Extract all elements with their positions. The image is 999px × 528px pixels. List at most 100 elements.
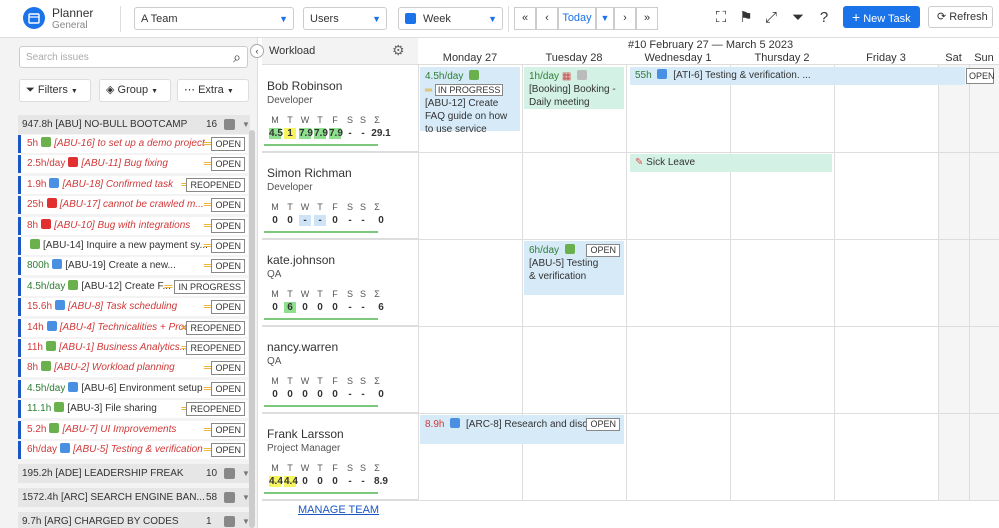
workload-value: 4.5 [269, 128, 283, 139]
capacity-bar [264, 405, 378, 407]
workload-value: 0 [332, 389, 338, 400]
event-card[interactable]: 4.5h/day ═ IN PROGRESS [ABU-12] Create F… [420, 67, 520, 135]
grid-line [626, 65, 627, 500]
filter-icon[interactable]: ⏷ [788, 8, 808, 28]
issue-row[interactable]: 5.2h [ABU-7] UI Improvements ═ OPEN [18, 420, 248, 439]
workload-value: 0 [272, 302, 278, 313]
help-icon[interactable]: ? [814, 8, 834, 28]
event-card[interactable]: ✎ Sick Leave [630, 154, 832, 172]
issue-row[interactable]: 8h [ABU-10] Bug with integrations ═ OPEN [18, 216, 248, 235]
group-button[interactable]: ◈ Group ▼ [99, 79, 171, 102]
group-header[interactable]: 195.2h [ADE] LEADERSHIP FREAK 10 ▼ [18, 464, 250, 483]
workload-value: 4.4 [269, 476, 283, 487]
manage-team-link[interactable]: MANAGE TEAM [298, 504, 379, 516]
group-header[interactable]: 947.8h [ABU] NO-BULL BOOTCAMP 16 ▼ [18, 115, 250, 134]
group-header[interactable]: 9.7h [ARG] CHARGED BY CODES 1 ▼ [18, 512, 250, 528]
gear-icon[interactable]: ⚙ [392, 42, 405, 59]
first-page-button[interactable]: « [514, 7, 536, 30]
event-card[interactable]: 55h [ATI-6] Testing & verification. ... [630, 67, 965, 85]
issue-row[interactable]: 1.9h [ABU-18] Confirmed task ═ REOPENED [18, 175, 248, 194]
issue-title: [ABU-18] Confirmed task [62, 178, 174, 190]
grid-line [262, 152, 999, 153]
issue-row[interactable]: 14h [ABU-4] Technicalities + Prod... ═ REOP… [18, 318, 248, 337]
event-card[interactable]: 8.9h [ARC-8] Research and discovery OPEN [420, 415, 624, 444]
issue-row[interactable]: 5h [ABU-16] to set up a demo project ═ OPEN [18, 135, 248, 153]
workload-person[interactable]: Frank Larsson Project Manager M T W T F S S Σ 4.4 4… [262, 413, 418, 500]
issue-row[interactable]: 6h/day [ABU-5] Testing & verification ═ OPE… [18, 441, 248, 459]
workload-value: 0 [378, 389, 384, 400]
issue-row[interactable]: 25h [ABU-17] cannot be crawled m... ═ OPEN [18, 196, 248, 215]
issue-row[interactable]: 11.1h [ABU-3] File sharing ═ REOPENED [18, 400, 248, 419]
fit-screen-icon[interactable]: ⛶ [711, 8, 731, 28]
workload-person[interactable]: kate.johnson QA M T W T F S S Σ 0 6 0 0 0- -6 [262, 239, 418, 326]
layers-icon: ◈ [106, 84, 115, 96]
team-select[interactable]: A Team ▼ [134, 7, 294, 30]
checkbox-icon[interactable] [224, 492, 235, 503]
story-icon [49, 422, 60, 433]
refresh-button[interactable]: ⟳ Refresh [928, 6, 993, 28]
event-title: Sick Leave [646, 157, 696, 168]
group-label: Group [117, 84, 149, 96]
collapse-sidebar-button[interactable]: ‹ [250, 44, 264, 58]
previous-button[interactable]: ‹ [536, 7, 558, 30]
workload-person[interactable]: Simon Richman Developer M T W T F S S Σ 0 0- -0- -0 [262, 152, 418, 239]
issue-row[interactable]: [ABU-14] Inquire a new payment sy... ═ OPE… [18, 237, 248, 255]
group-hours: 947.8h [22, 119, 53, 130]
workload-value: 0 [378, 215, 384, 226]
workload-value: 4.4 [284, 476, 298, 487]
checkbox-icon[interactable] [224, 468, 235, 479]
workload-value: 0 [317, 476, 323, 487]
sidebar-scrollbar[interactable] [249, 130, 255, 528]
workload-person[interactable]: Bob Robinson Developer M T W T F S S Σ 4.5 1 7.9 7.9 7… [262, 65, 418, 152]
next-button[interactable]: › [614, 7, 636, 30]
person-name: Bob Robinson [267, 79, 343, 93]
issue-status: IN PROGRESS [174, 279, 245, 294]
day-letter: F [332, 463, 338, 473]
event-status: IN PROGRESS [434, 84, 504, 96]
group-count: 16 [206, 119, 218, 130]
issue-title: [ABU-8] Task scheduling [68, 301, 178, 313]
users-select[interactable]: Users ▼ [303, 7, 387, 30]
issue-row[interactable]: 4.5h/day [ABU-6] Environment setup ═ OPEN [18, 379, 248, 398]
checkbox-icon[interactable] [224, 119, 235, 130]
fullscreen-icon[interactable]: ⤢ [761, 8, 781, 28]
refresh-label: Refresh [949, 11, 988, 23]
plus-icon: + [852, 9, 861, 25]
search-input[interactable]: Search issues ⌕ [19, 46, 248, 68]
day-letter: T [287, 289, 293, 299]
flag-icon[interactable]: ⚑ [736, 8, 756, 28]
calendar-icon[interactable] [23, 7, 45, 29]
today-dropdown-button[interactable]: ▼ [596, 7, 614, 30]
issue-row[interactable]: 800h [ABU-19] Create a new... ═ OPEN [18, 257, 248, 276]
group-hours: 195.2h [22, 468, 53, 479]
issue-status: OPEN [211, 422, 245, 437]
extra-button[interactable]: ⋯ Extra ▼ [177, 79, 249, 102]
issue-row[interactable]: 4.5h/day [ABU-12] Create F... ═ IN PROGRESS [18, 277, 248, 296]
workload-person[interactable]: nancy.warren QA M T W T F S S Σ 0 0 0 0 0- -0 [262, 326, 418, 413]
divider [508, 6, 509, 32]
workload-value: 1 [284, 128, 296, 139]
issue-status: REOPENED [186, 177, 245, 192]
issue-row[interactable]: 2.5h/day [ABU-11] Bug fixing ═ OPEN [18, 155, 248, 174]
group-hours: 9.7h [22, 516, 42, 527]
workload-title: Workload [269, 45, 316, 57]
filters-button[interactable]: ⏷ Filters ▼ [19, 79, 91, 102]
new-task-button[interactable]: + New Task [843, 6, 920, 28]
event-card[interactable]: 1h/day ▦ [Booking] Booking - Daily meeti… [524, 67, 624, 109]
issue-estimate: 11h [27, 342, 43, 353]
group-header[interactable]: 1572.4h [ARC] SEARCH ENGINE BAN... 58 ▼ [18, 488, 250, 507]
issue-row[interactable]: 8h [ABU-2] Workload planning ═ OPEN [18, 359, 248, 378]
checkbox-icon[interactable] [224, 516, 235, 527]
issue-row[interactable]: 11h [ABU-1] Business Analytics... ═ REOPENE… [18, 339, 248, 357]
view-select[interactable]: Week ▼ [398, 7, 503, 30]
issue-estimate: 5h [27, 138, 39, 149]
issue-title: [ABU-5] Testing & verification [73, 444, 203, 455]
day-header: Sat [945, 52, 962, 64]
day-letter: W [300, 115, 310, 125]
event-card[interactable]: 6h/day OPEN [ABU-5] Testing & verificati… [524, 241, 624, 295]
today-button[interactable]: Today [558, 7, 596, 30]
search-icon: ⌕ [233, 49, 241, 65]
issue-row[interactable]: 15.6h [ABU-8] Task scheduling ═ OPEN [18, 298, 248, 317]
last-page-button[interactable]: » [636, 7, 658, 30]
issue-estimate: 1.9h [27, 178, 47, 190]
